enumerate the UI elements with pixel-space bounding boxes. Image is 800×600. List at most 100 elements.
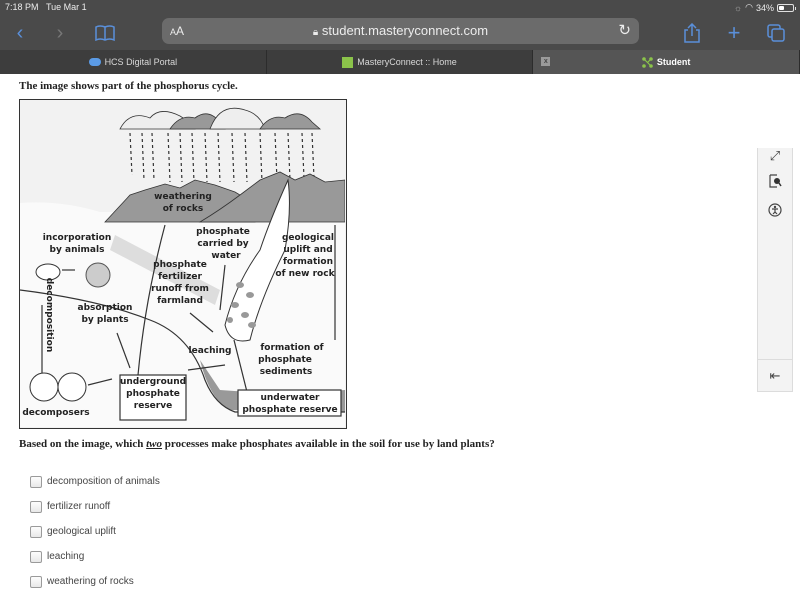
checkbox[interactable] xyxy=(30,550,42,563)
label-fertilizer-1: phosphate xyxy=(153,260,207,270)
label-sediments-1: formation of xyxy=(260,343,323,353)
question-stem: The image shows part of the phosphorus c… xyxy=(19,80,238,92)
tab-label: HCS Digital Portal xyxy=(104,57,178,67)
checkbox[interactable] xyxy=(30,475,42,488)
share-button[interactable] xyxy=(681,21,703,45)
decomposer-circle-2 xyxy=(57,372,87,402)
label-fertilizer-3: runoff from xyxy=(151,284,209,294)
answer-options: decomposition of animals fertilizer runo… xyxy=(30,469,160,594)
label-carried-2: carried by xyxy=(197,239,248,249)
label-geological-3: formation xyxy=(283,257,333,267)
tab-overview-button[interactable] xyxy=(765,21,787,45)
side-tool-panel: ⤢ ⇤ xyxy=(757,148,793,392)
forward-button[interactable]: › xyxy=(50,21,70,45)
phosphorus-cycle-diagram: weathering of rocks incorporation by ani… xyxy=(19,99,347,429)
option-weathering-of-rocks[interactable]: weathering of rocks xyxy=(30,569,160,594)
prompt-emphasis: two xyxy=(146,438,163,450)
tab-bar: HCS Digital Portal MasteryConnect :: Hom… xyxy=(0,50,800,74)
chevron-right-icon: › xyxy=(56,21,64,44)
bookmarks-button[interactable] xyxy=(93,21,117,45)
label-underground-3: reserve xyxy=(134,401,172,411)
reload-button[interactable]: ↻ xyxy=(618,21,631,39)
accessibility-icon[interactable] xyxy=(758,203,792,220)
plus-icon: + xyxy=(727,20,741,45)
chevron-left-icon: ‹ xyxy=(16,21,24,44)
book-icon xyxy=(95,25,115,41)
browser-toolbar: ‹ › AA 🔒︎ student.masteryconnect.com ↻ + xyxy=(0,16,800,50)
label-carried-1: phosphate xyxy=(196,227,250,237)
rain xyxy=(129,132,315,183)
prompt-text-after: processes make phosphates available in t… xyxy=(162,438,495,450)
close-tab-button[interactable]: x xyxy=(541,57,551,66)
option-label: decomposition of animals xyxy=(47,476,160,487)
url-text: student.masteryconnect.com xyxy=(321,23,489,38)
label-underground-2: phosphate xyxy=(126,389,180,399)
reload-icon: ↻ xyxy=(618,22,631,39)
tab-masteryconnect-home[interactable]: MasteryConnect :: Home xyxy=(267,50,534,74)
plant xyxy=(85,262,111,288)
label-fertilizer-4: farmland xyxy=(157,296,203,306)
clouds xyxy=(119,107,322,130)
label-underwater-2: phosphate reserve xyxy=(242,405,337,415)
tabs-icon xyxy=(767,24,785,42)
checkbox[interactable] xyxy=(30,525,42,538)
label-carried-3: water xyxy=(211,251,241,261)
status-date: Tue Mar 1 xyxy=(46,2,87,12)
label-sediments-2: phosphate xyxy=(258,355,312,365)
back-button[interactable]: ‹ xyxy=(10,21,30,45)
label-underwater-1: underwater xyxy=(260,393,320,403)
wifi-icon: ◠ xyxy=(745,2,753,12)
address-bar[interactable]: AA 🔒︎ student.masteryconnect.com ↻ xyxy=(162,18,639,44)
label-absorption-1: absorption xyxy=(78,303,133,313)
label-weathering-2: of rocks xyxy=(163,204,204,214)
status-time: 7:18 PM xyxy=(5,2,39,12)
option-label: weathering of rocks xyxy=(47,576,134,587)
option-decomposition-of-animals[interactable]: decomposition of animals xyxy=(30,469,160,494)
label-incorporation-2: by animals xyxy=(50,245,105,255)
prompt-text-before: Based on the image, which xyxy=(19,438,147,450)
checkbox[interactable] xyxy=(30,575,42,588)
tab-student[interactable]: x Student xyxy=(533,50,800,74)
option-label: leaching xyxy=(47,551,85,562)
tab-hcs-digital-portal[interactable]: HCS Digital Portal xyxy=(0,50,267,74)
battery-icon xyxy=(777,3,796,12)
option-label: fertilizer runoff xyxy=(47,501,111,512)
label-fertilizer-2: fertilizer xyxy=(158,272,202,282)
option-fertilizer-runoff[interactable]: fertilizer runoff xyxy=(30,494,160,519)
label-geological-1: geological xyxy=(282,233,334,243)
lock-icon: 🔒︎ xyxy=(312,27,319,38)
label-geological-4: of new rock xyxy=(275,269,335,279)
label-absorption-2: by plants xyxy=(81,315,128,325)
url-display[interactable]: 🔒︎ student.masteryconnect.com xyxy=(162,23,639,38)
status-indicators: ☼ ◠ 34% xyxy=(733,2,796,13)
checkbox[interactable] xyxy=(30,500,42,513)
brightness-icon: ☼ xyxy=(733,2,743,13)
student-icon xyxy=(642,56,653,68)
collapse-panel-icon[interactable]: ⇤ xyxy=(758,368,792,384)
panel-divider xyxy=(758,359,792,360)
label-sediments-3: sediments xyxy=(260,367,313,377)
label-weathering-1: weathering xyxy=(154,192,212,202)
label-incorporation-1: incorporation xyxy=(43,233,112,243)
decomposer-circle-1 xyxy=(29,372,59,402)
option-leaching[interactable]: leaching xyxy=(30,544,160,569)
masteryconnect-icon xyxy=(342,56,354,68)
label-underground-1: underground xyxy=(120,377,186,387)
label-decomposition: decomposition xyxy=(44,278,54,353)
magnifier-icon[interactable] xyxy=(758,174,792,191)
label-leaching: leaching xyxy=(189,346,232,356)
expand-icon[interactable]: ⤢ xyxy=(758,148,792,164)
question-prompt: Based on the image, which two processes … xyxy=(19,438,495,450)
label-geological-2: uplift and xyxy=(283,245,332,255)
option-label: geological uplift xyxy=(47,526,116,537)
tab-label: Student xyxy=(656,57,691,67)
new-tab-button[interactable]: + xyxy=(724,20,744,45)
page-content: The image shows part of the phosphorus c… xyxy=(0,74,800,600)
share-icon xyxy=(684,23,700,43)
cloud-icon xyxy=(88,58,101,66)
battery-percent: 34% xyxy=(755,2,774,13)
status-bar: 7:18 PM Tue Mar 1 ☼ ◠ 34% xyxy=(0,0,800,16)
option-geological-uplift[interactable]: geological uplift xyxy=(30,519,160,544)
label-decomposers: decomposers xyxy=(22,408,89,418)
tab-label: MasteryConnect :: Home xyxy=(357,57,457,67)
